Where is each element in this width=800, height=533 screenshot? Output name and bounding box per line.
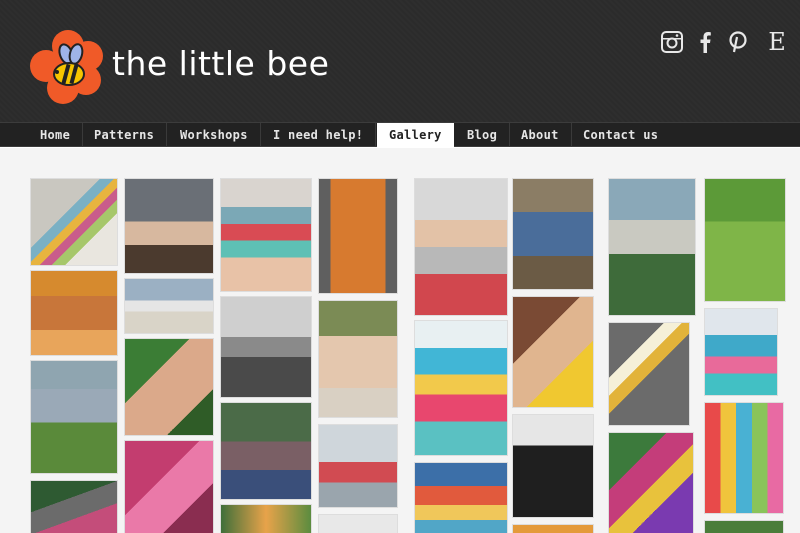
gallery-photo[interactable] [704, 402, 784, 514]
gallery-photo[interactable] [704, 178, 786, 302]
gallery-photo[interactable] [220, 504, 312, 533]
nav-contact[interactable]: Contact us [571, 123, 670, 147]
site-title: the little bee [112, 44, 330, 83]
flower-bee-logo-icon [30, 30, 103, 104]
gallery-photo[interactable] [220, 402, 312, 500]
gallery-photo[interactable] [30, 178, 118, 266]
gallery-photo[interactable] [414, 178, 508, 316]
gallery-photo[interactable] [318, 300, 398, 418]
gallery-photo[interactable] [220, 296, 312, 398]
gallery-photo[interactable] [704, 308, 778, 396]
pinterest-icon[interactable] [726, 30, 750, 54]
gallery-photo[interactable] [124, 440, 214, 533]
gallery-photo[interactable] [414, 462, 508, 533]
gallery-photo[interactable] [30, 480, 118, 533]
gallery-photo[interactable] [608, 178, 696, 316]
gallery-photo[interactable] [704, 520, 784, 533]
gallery-photo[interactable] [608, 432, 694, 533]
gallery-photo[interactable] [30, 360, 118, 474]
etsy-icon[interactable]: E [765, 30, 789, 54]
gallery-photo[interactable] [608, 322, 690, 426]
nav-workshops[interactable]: Workshops [168, 123, 261, 147]
facebook-icon[interactable] [693, 30, 717, 54]
gallery-photo[interactable] [124, 338, 214, 436]
main-nav: Home Patterns Workshops I need help! Gal… [0, 122, 800, 154]
nav-about[interactable]: About [509, 123, 572, 147]
gallery-photo[interactable] [220, 178, 312, 292]
gallery-photo[interactable] [512, 178, 594, 290]
gallery-photo[interactable] [512, 296, 594, 408]
gallery-grid [0, 148, 800, 533]
gallery-photo[interactable] [318, 424, 398, 508]
nav-patterns[interactable]: Patterns [82, 123, 168, 147]
nav-help[interactable]: I need help! [261, 123, 377, 147]
gallery-photo[interactable] [512, 414, 594, 518]
nav-home[interactable]: Home [28, 123, 84, 147]
instagram-icon[interactable] [660, 30, 684, 54]
gallery-photo[interactable] [124, 178, 214, 274]
gallery-photo[interactable] [414, 320, 508, 456]
gallery-photo[interactable] [318, 178, 398, 294]
site-logo[interactable]: the little bee [28, 26, 329, 110]
gallery-photo[interactable] [30, 270, 118, 356]
site-header: the little bee E [0, 0, 800, 122]
gallery-photo[interactable] [318, 514, 398, 533]
nav-blog[interactable]: Blog [455, 123, 511, 147]
gallery-photo[interactable] [512, 524, 594, 533]
gallery-photo[interactable] [124, 278, 214, 334]
